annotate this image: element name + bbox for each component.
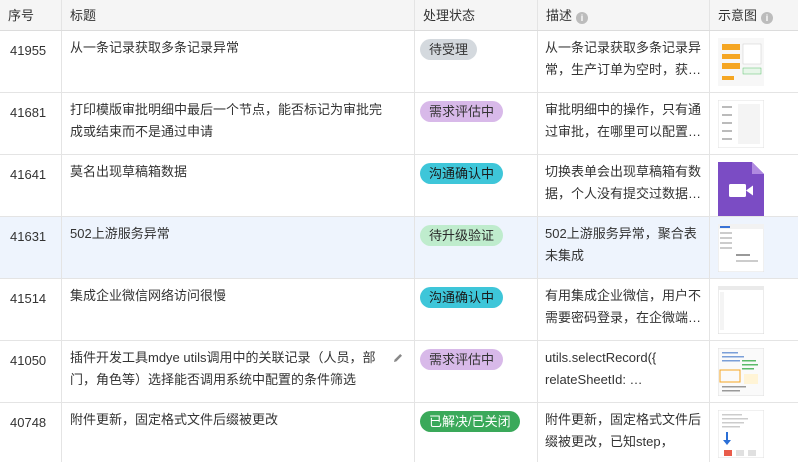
thumb-cell[interactable] bbox=[710, 217, 798, 278]
status-cell[interactable]: 待升级验证 bbox=[415, 217, 538, 278]
record-id: 41631 bbox=[10, 229, 47, 244]
desc-cell[interactable]: 从一条记录获取多条记录异常，生产订单为空时，获… bbox=[538, 31, 710, 92]
desc-cell[interactable]: 附件更新，固定格式文件后缀被更改，已知step，stp… bbox=[538, 403, 710, 462]
record-id: 41050 bbox=[10, 353, 47, 368]
sidebar-app-icon[interactable] bbox=[717, 223, 765, 273]
status-badge: 沟通确认中 bbox=[420, 287, 504, 308]
table-row[interactable]: 41681 打印模版审批明细中最后一个节点，能否标记为审批完成或结束而不是通过申… bbox=[0, 93, 798, 155]
thumb-cell[interactable] bbox=[710, 155, 798, 216]
title-cell[interactable]: 从一条记录获取多条记录异常 bbox=[62, 31, 415, 92]
record-title: 打印模版审批明细中最后一个节点，能否标记为审批完成或结束而不是通过申请 bbox=[70, 102, 383, 139]
record-title: 附件更新，固定格式文件后缀被更改 bbox=[70, 412, 279, 427]
mobile-screen-icon[interactable] bbox=[717, 409, 765, 459]
status-badge: 需求评估中 bbox=[420, 349, 504, 370]
record-id: 40748 bbox=[10, 415, 47, 430]
id-cell[interactable]: 41955 bbox=[0, 31, 62, 92]
pencil-icon[interactable] bbox=[392, 351, 404, 363]
table-row[interactable]: 41631 502上游服务异常 待升级验证 502上游服务异常，聚合表未集成 bbox=[0, 217, 798, 279]
table-list-icon[interactable] bbox=[717, 99, 765, 149]
record-title: 集成企业微信网络访问很慢 bbox=[70, 288, 227, 303]
desc-cell[interactable]: utils.selectRecord({ relateSheetId: … bbox=[538, 341, 710, 402]
desc-cell[interactable]: 切换表单会出现草稿箱有数据，个人没有提交过数据… bbox=[538, 155, 710, 216]
id-cell[interactable]: 41681 bbox=[0, 93, 62, 154]
record-title: 莫名出现草稿箱数据 bbox=[70, 164, 188, 179]
thumb-cell[interactable] bbox=[710, 93, 798, 154]
id-cell[interactable]: 40748 bbox=[0, 403, 62, 462]
status-cell[interactable]: 已解决/已关闭 bbox=[415, 403, 538, 462]
desc-cell[interactable]: 502上游服务异常，聚合表未集成 bbox=[538, 217, 710, 278]
id-cell[interactable]: 41641 bbox=[0, 155, 62, 216]
header-desc[interactable]: 描述 i bbox=[538, 0, 710, 30]
info-icon[interactable]: i bbox=[761, 12, 774, 24]
title-cell[interactable]: 集成企业微信网络访问很慢 bbox=[62, 279, 415, 340]
record-title: 从一条记录获取多条记录异常 bbox=[70, 40, 240, 55]
id-cell[interactable]: 41050 bbox=[0, 341, 62, 402]
title-cell[interactable]: 502上游服务异常 bbox=[62, 217, 415, 278]
record-desc: 审批明细中的操作，只有通过审批，在哪里可以配置… bbox=[545, 102, 702, 139]
table-row[interactable]: 40748 附件更新，固定格式文件后缀被更改 已解决/已关闭 附件更新，固定格式… bbox=[0, 403, 798, 462]
table-row[interactable]: 41641 莫名出现草稿箱数据 沟通确认中 切换表单会出现草稿箱有数据，个人没有… bbox=[0, 155, 798, 217]
record-title: 插件开发工具mdye utils调用中的关联记录（人员，部门，角色等）选择能否调… bbox=[70, 350, 376, 387]
thumb-cell[interactable] bbox=[710, 31, 798, 92]
records-table: 序号 标题 处理状态 描述 i 示意图 i 41955 从一条记录获取多条记录异常 … bbox=[0, 0, 798, 462]
status-cell[interactable]: 沟通确认中 bbox=[415, 155, 538, 216]
desc-cell[interactable]: 有用集成企业微信，用户不需要密码登录，在企微端… bbox=[538, 279, 710, 340]
status-badge: 沟通确认中 bbox=[420, 163, 504, 184]
title-cell[interactable]: 插件开发工具mdye utils调用中的关联记录（人员，部门，角色等）选择能否调… bbox=[62, 341, 415, 402]
header-title[interactable]: 标题 bbox=[62, 0, 415, 30]
status-badge: 待升级验证 bbox=[420, 225, 504, 246]
record-desc: utils.selectRecord({ relateSheetId: … bbox=[545, 350, 657, 387]
status-badge: 待受理 bbox=[420, 39, 478, 60]
status-cell[interactable]: 待受理 bbox=[415, 31, 538, 92]
title-cell[interactable]: 附件更新，固定格式文件后缀被更改 bbox=[62, 403, 415, 462]
info-icon[interactable]: i bbox=[576, 12, 589, 24]
header-thumb[interactable]: 示意图 i bbox=[710, 0, 798, 30]
header-status[interactable]: 处理状态 bbox=[415, 0, 538, 30]
status-cell[interactable]: 需求评估中 bbox=[415, 341, 538, 402]
status-badge: 已解决/已关闭 bbox=[420, 411, 520, 432]
header-id[interactable]: 序号 bbox=[0, 0, 62, 30]
record-desc: 从一条记录获取多条记录异常，生产订单为空时，获… bbox=[545, 40, 702, 77]
id-cell[interactable]: 41514 bbox=[0, 279, 62, 340]
orange-form-icon[interactable] bbox=[718, 38, 764, 86]
title-cell[interactable]: 莫名出现草稿箱数据 bbox=[62, 155, 415, 216]
thumb-cell[interactable] bbox=[710, 403, 798, 462]
desc-cell[interactable]: 审批明细中的操作，只有通过审批，在哪里可以配置… bbox=[538, 93, 710, 154]
record-id: 41681 bbox=[10, 105, 47, 120]
title-cell[interactable]: 打印模版审批明细中最后一个节点，能否标记为审批完成或结束而不是通过申请 bbox=[62, 93, 415, 154]
status-cell[interactable]: 沟通确认中 bbox=[415, 279, 538, 340]
blank-window-icon[interactable] bbox=[717, 285, 765, 335]
thumb-cell[interactable] bbox=[710, 341, 798, 402]
record-desc: 有用集成企业微信，用户不需要密码登录，在企微端… bbox=[545, 288, 702, 325]
record-id: 41955 bbox=[10, 43, 47, 58]
table-row[interactable]: 41050 插件开发工具mdye utils调用中的关联记录（人员，部门，角色等… bbox=[0, 341, 798, 403]
record-desc: 切换表单会出现草稿箱有数据，个人没有提交过数据… bbox=[545, 164, 702, 201]
video-file-icon[interactable] bbox=[718, 162, 764, 216]
record-id: 41641 bbox=[10, 167, 47, 182]
table-row[interactable]: 41514 集成企业微信网络访问很慢 沟通确认中 有用集成企业微信，用户不需要密… bbox=[0, 279, 798, 341]
id-cell[interactable]: 41631 bbox=[0, 217, 62, 278]
record-title: 502上游服务异常 bbox=[70, 226, 170, 241]
table-row[interactable]: 41955 从一条记录获取多条记录异常 待受理 从一条记录获取多条记录异常，生产… bbox=[0, 31, 798, 93]
table-header: 序号 标题 处理状态 描述 i 示意图 i bbox=[0, 0, 798, 31]
thumb-cell[interactable] bbox=[710, 279, 798, 340]
record-id: 41514 bbox=[10, 291, 47, 306]
record-desc: 附件更新，固定格式文件后缀被更改，已知step，stp… bbox=[545, 412, 702, 449]
status-badge: 需求评估中 bbox=[420, 101, 504, 122]
code-editor-icon[interactable] bbox=[717, 347, 765, 397]
record-desc: 502上游服务异常，聚合表未集成 bbox=[545, 226, 697, 263]
status-cell[interactable]: 需求评估中 bbox=[415, 93, 538, 154]
